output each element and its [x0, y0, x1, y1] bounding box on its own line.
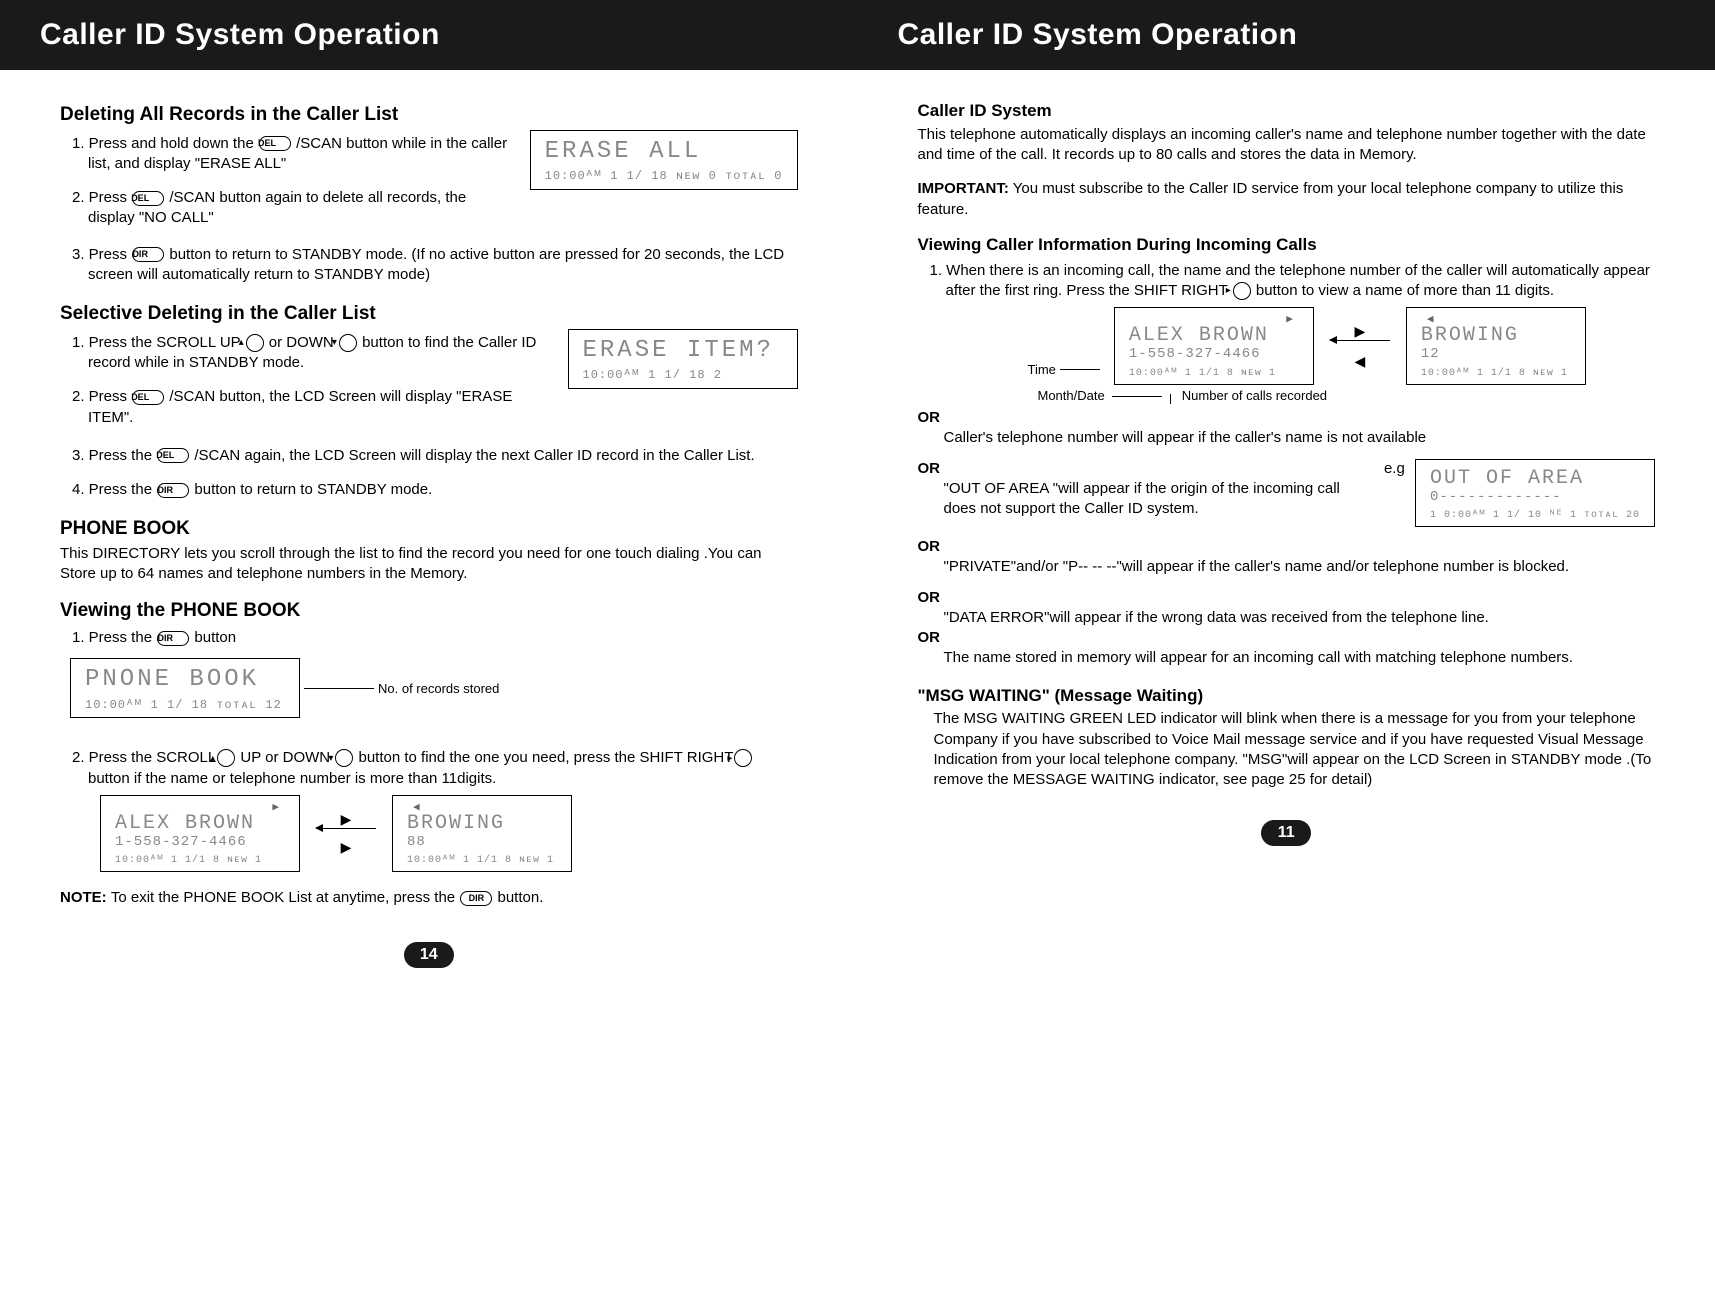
- page-content-left: Deleting All Records in the Caller List …: [0, 70, 858, 922]
- step: 2. Press the SCROLL▴ UP or DOWN ▾ button…: [60, 748, 798, 789]
- or-block: OR The name stored in memory will appear…: [918, 628, 1656, 669]
- callout-time: Time: [1028, 361, 1056, 379]
- section-title: PHONE BOOK: [60, 516, 798, 542]
- step: 3. Press the DEL /SCAN again, the LCD Sc…: [60, 446, 798, 466]
- section-desc: This DIRECTORY lets you scroll through t…: [60, 544, 798, 585]
- or-label: OR: [918, 459, 1368, 479]
- arrow-left-icon: [1330, 340, 1390, 341]
- page-number: 14: [404, 942, 454, 968]
- callout-calls: Number of calls recorded: [1182, 388, 1327, 403]
- step: 3. Press DIR button to return to STANDBY…: [60, 245, 798, 286]
- arrow-left-icon: [1355, 354, 1366, 368]
- dir-button-icon: DIR: [157, 483, 189, 498]
- step: 1. Press the DIR button: [60, 628, 798, 648]
- note: NOTE: To exit the PHONE BOOK List at any…: [60, 888, 798, 908]
- step: 1. Press and hold down the DEL /SCAN but…: [60, 134, 514, 175]
- callout-monthdate: Month/Date: [1038, 388, 1105, 403]
- lcd-display-erase-item: ERASE ITEM? 10:00ᴬᴹ 1 1/ 18 2: [568, 329, 798, 389]
- section-title: Viewing the PHONE BOOK: [60, 598, 798, 624]
- section-title: Viewing Caller Information During Incomi…: [918, 234, 1656, 257]
- page-right: Caller ID System Operation Caller ID Sys…: [858, 0, 1715, 1008]
- manual-spread: Caller ID System Operation Deleting All …: [0, 0, 1715, 1008]
- step: 2. Press DEL /SCAN button, the LCD Scree…: [60, 387, 552, 428]
- step: 1. When there is an incoming call, the n…: [918, 261, 1656, 302]
- scroll-down-icon: ▾: [335, 749, 353, 767]
- scroll-arrows: [310, 812, 382, 854]
- section-title: Selective Deleting in the Caller List: [60, 301, 798, 327]
- dir-button-icon: DIR: [460, 891, 492, 906]
- callout-line: [1060, 369, 1100, 370]
- scroll-down-icon: ▾: [339, 334, 357, 352]
- scroll-arrows: [1324, 324, 1396, 368]
- example-label: e.g: [1384, 460, 1405, 477]
- page-content-right: Caller ID System This telephone automati…: [858, 70, 1715, 800]
- arrow-right-icon: [1355, 324, 1366, 338]
- callout-line: [1170, 394, 1171, 404]
- dir-button-icon: DIR: [132, 247, 164, 262]
- dir-button-icon: DIR: [157, 631, 189, 646]
- shift-right-icon: ▸: [734, 749, 752, 767]
- callout-label: No. of records stored: [378, 680, 499, 698]
- arrow-left-icon: [316, 828, 376, 829]
- section-title: Caller ID System: [918, 100, 1656, 123]
- lcd-display-alex: ALEX BROWN 1-558-327-4466 10:00ᴬᴹ 1 1/1 …: [100, 795, 300, 872]
- arrow-right-icon: [341, 840, 352, 854]
- scroll-up-icon: ▴: [246, 334, 264, 352]
- page-header-right: Caller ID System Operation: [858, 0, 1715, 70]
- step: 1. Press the SCROLL UP ▴ or DOWN ▾ butto…: [60, 333, 552, 374]
- step: 4. Press the DIR button to return to STA…: [60, 480, 798, 500]
- or-block: OR "PRIVATE"and/or "P-- -- --"will appea…: [918, 537, 1656, 578]
- del-button-icon: DEL: [259, 136, 291, 151]
- del-button-icon: DEL: [157, 448, 189, 463]
- section-title: Deleting All Records in the Caller List: [60, 102, 798, 128]
- or-block: OR Caller's telephone number will appear…: [918, 408, 1656, 449]
- important-note: IMPORTANT: You must subscribe to the Cal…: [918, 179, 1656, 220]
- lcd-display-browing: BROWING 12 10:00ᴬᴹ 1 1/1 8 ɴᴇᴡ 1: [1406, 307, 1586, 384]
- callout-line: [304, 688, 374, 689]
- lcd-display-erase-all: ERASE ALL 10:00ᴬᴹ 1 1/ 18 ɴᴇᴡ 0 ᴛᴏᴛᴀʟ 0: [530, 130, 798, 190]
- shift-right-icon: ▸: [1233, 282, 1251, 300]
- lcd-display-phonebook: PNONE BOOK 10:00ᴬᴹ 1 1/ 18 ᴛᴏᴛᴀʟ 12: [70, 658, 300, 718]
- callout-row: Month/Date Number of calls recorded: [1038, 387, 1656, 405]
- page-left: Caller ID System Operation Deleting All …: [0, 0, 858, 1008]
- lcd-display-alex: ALEX BROWN 1-558-327-4466 10:00ᴬᴹ 1 1/1 …: [1114, 307, 1314, 384]
- scroll-up-icon: ▴: [217, 749, 235, 767]
- lcd-display-out-of-area: OUT OF AREA 0------------- 1 0:00ᴬᴹ 1 1/…: [1415, 459, 1655, 527]
- section-desc: This telephone automatically displays an…: [918, 125, 1656, 166]
- page-number: 11: [1261, 820, 1311, 846]
- callout-line: [1112, 396, 1162, 397]
- arrow-right-icon: [341, 812, 352, 826]
- or-text: "OUT OF AREA "will appear if the origin …: [918, 479, 1368, 520]
- lcd-display-browing: BROWING 88 10:00ᴬᴹ 1 1/1 8 ɴᴇᴡ 1: [392, 795, 572, 872]
- del-button-icon: DEL: [132, 191, 164, 206]
- page-header-left: Caller ID System Operation: [0, 0, 858, 70]
- step: 2. Press DEL /SCAN button again to delet…: [60, 188, 514, 229]
- or-block: OR "DATA ERROR"will appear if the wrong …: [918, 588, 1656, 629]
- section-title: "MSG WAITING" (Message Waiting): [918, 685, 1656, 708]
- section-desc: The MSG WAITING GREEN LED indicator will…: [918, 709, 1656, 790]
- del-button-icon: DEL: [132, 390, 164, 405]
